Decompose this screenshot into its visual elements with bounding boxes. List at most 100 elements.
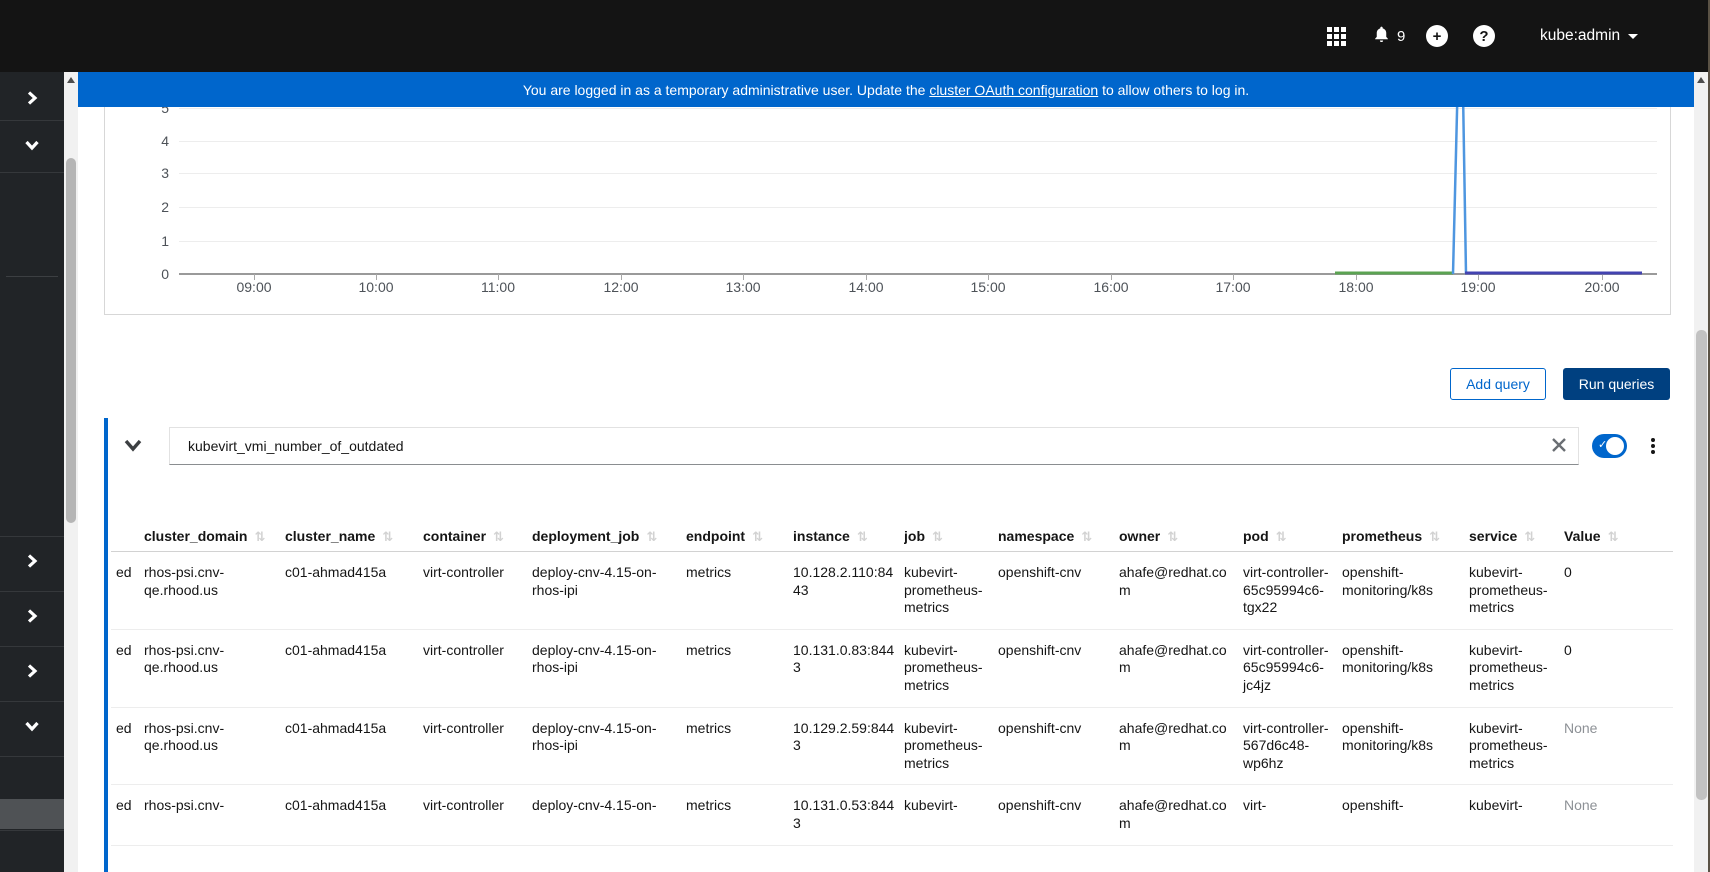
chevron-right-icon	[24, 663, 40, 684]
table-cell: kubevirt-prometheus-metrics	[904, 707, 998, 786]
sort-icon: ⇅	[1429, 529, 1441, 545]
table-cell: metrics	[686, 784, 793, 846]
table-cell: virt-controller	[423, 707, 532, 786]
column-header[interactable]: endpoint ⇅	[686, 521, 793, 552]
triangle-up-icon	[67, 77, 75, 83]
sort-icon: ⇅	[932, 529, 943, 545]
add-icon[interactable]: +	[1426, 25, 1448, 47]
oauth-configuration-link[interactable]: cluster OAuth configuration	[929, 82, 1098, 98]
table-cell: virt-controller	[423, 551, 532, 630]
table-cell: 10.128.2.110:8443	[793, 551, 904, 630]
column-header[interactable]: cluster_name ⇅	[285, 521, 423, 552]
table-cell: virt-	[1243, 784, 1342, 846]
table-cell: ed	[111, 707, 144, 786]
kebab-menu-icon[interactable]	[1645, 434, 1661, 458]
y-tick-label: 1	[161, 233, 169, 249]
query-section: ✓ cluster_domain⇅ cluster_name⇅ containe…	[104, 418, 1673, 872]
table-cell: c01-ahmad415a	[285, 707, 423, 786]
sort-icon: ⇅	[1607, 529, 1619, 545]
sidebar-scrollbar-up-button[interactable]	[64, 74, 78, 86]
table-cell: openshift-cnv	[998, 629, 1119, 708]
chevron-down-icon	[24, 137, 40, 158]
notifications-button[interactable]: 9	[1372, 25, 1405, 48]
y-tick-label: 3	[161, 165, 169, 181]
table-cell: openshift-cnv	[998, 551, 1119, 630]
sidebar-group-3[interactable]	[0, 538, 64, 588]
clear-query-x-icon[interactable]	[1550, 436, 1570, 456]
sidebar-group-4[interactable]	[0, 593, 64, 643]
openshift-console: 9 + ? kube:admin You are logged in as a …	[0, 0, 1710, 872]
table-cell: rhos-psi.cnv-qe.rhood.us	[144, 551, 285, 630]
user-menu[interactable]: kube:admin	[1540, 27, 1639, 45]
sidebar-group-6[interactable]	[0, 703, 64, 753]
table-header-row: cluster_domain ⇅ cluster_name ⇅ container ⇅…	[111, 521, 1673, 552]
chart-series-lines	[1335, 91, 1642, 275]
sort-icon: ⇅	[1524, 529, 1536, 545]
triangle-up-icon	[1697, 77, 1705, 83]
sidebar-group-2[interactable]	[0, 122, 64, 172]
add-query-button[interactable]: Add query	[1450, 368, 1546, 400]
nav-sidebar	[0, 72, 64, 872]
table-cell: openshift-monitoring/k8s	[1342, 707, 1469, 786]
sort-icon: ⇅	[1081, 529, 1093, 545]
column-header[interactable]: namespace ⇅	[998, 521, 1119, 552]
table-cell: openshift-cnv	[998, 707, 1119, 786]
banner-text-before: You are logged in as a temporary adminis…	[522, 81, 930, 98]
table-row: ed rhos-psi.cnv-qe.rhood.us c01-ahmad415…	[111, 551, 1673, 630]
column-header[interactable]: job ⇅	[904, 521, 998, 552]
run-queries-button[interactable]: Run queries	[1563, 368, 1670, 400]
chevron-down-icon	[24, 718, 40, 739]
table-cell: ahafe@redhat.com	[1119, 707, 1243, 786]
sort-icon: ⇅	[382, 529, 394, 545]
table-cell: kubevirt-	[904, 784, 998, 846]
column-header[interactable]: service ⇅	[1469, 521, 1564, 552]
column-header[interactable]: owner ⇅	[1119, 521, 1243, 552]
table-cell: metrics	[686, 629, 793, 708]
table-cell: deploy-cnv-4.15-on-	[532, 784, 686, 846]
table-cell: openshift-cnv	[998, 784, 1119, 846]
sidebar-group-5[interactable]	[0, 648, 64, 698]
x-tick-label: 17:00	[1215, 279, 1251, 295]
sort-icon: ⇅	[254, 529, 266, 545]
main-scrollbar-up-button[interactable]	[1694, 74, 1708, 86]
table-row: ed rhos-psi.cnv- c01-ahmad415a virt-cont…	[111, 784, 1673, 846]
column-header[interactable]: pod ⇅	[1243, 521, 1342, 552]
column-header[interactable]: Value ⇅	[1564, 521, 1673, 552]
app-launcher-icon[interactable]	[1327, 27, 1346, 46]
sidebar-group-1[interactable]	[0, 75, 64, 125]
caret-down-icon	[1628, 33, 1639, 39]
chevron-right-icon	[24, 608, 40, 629]
column-header[interactable]: cluster_domain ⇅	[144, 521, 285, 552]
query-expression-input[interactable]	[169, 427, 1579, 465]
user-menu-label: kube:admin	[1540, 27, 1621, 44]
x-tick-label: 16:00	[1093, 279, 1129, 295]
x-tick-label: 09:00	[236, 279, 272, 295]
sidebar-scrollbar-thumb[interactable]	[66, 158, 76, 523]
column-header[interactable]: deployment_job ⇅	[532, 521, 686, 552]
table-cell: virt-controller-567d6c48-wp6hz	[1243, 707, 1342, 786]
query-collapse-chevron-down-icon[interactable]	[122, 436, 146, 456]
sidebar-item-highlighted[interactable]	[0, 799, 64, 829]
masthead: 9 + ? kube:admin	[0, 0, 1710, 72]
chevron-right-icon	[24, 90, 40, 111]
table-cell: kubevirt-prometheus-metrics	[904, 551, 998, 630]
table-cell: virt-controller-65c95994c6-tgx22	[1243, 551, 1342, 630]
table-cell: ed	[111, 551, 144, 630]
table-cell: deploy-cnv-4.15-on-rhos-ipi	[532, 629, 686, 708]
sort-icon: ⇅	[646, 529, 658, 545]
table-cell: rhos-psi.cnv-qe.rhood.us	[144, 707, 285, 786]
column-header[interactable]: prometheus ⇅	[1342, 521, 1469, 552]
column-header[interactable]: container ⇅	[423, 521, 532, 552]
x-tick-label: 19:00	[1460, 279, 1496, 295]
column-header[interactable]: instance ⇅	[793, 521, 904, 552]
y-tick-label: 4	[161, 133, 169, 149]
main-scrollbar-thumb[interactable]	[1696, 330, 1707, 800]
y-tick-label: 0	[161, 266, 169, 282]
query-enabled-toggle[interactable]: ✓	[1592, 434, 1627, 458]
x-tick-label: 12:00	[603, 279, 639, 295]
x-tick-label: 20:00	[1584, 279, 1620, 295]
table-cell: virt-controller-65c95994c6-jc4jz	[1243, 629, 1342, 708]
metrics-chart: 5 4 3 2 1 0 09:00 10:00 11:00 12:00 13:0…	[104, 90, 1671, 315]
help-icon[interactable]: ?	[1473, 25, 1495, 47]
x-tick-label: 18:00	[1338, 279, 1374, 295]
